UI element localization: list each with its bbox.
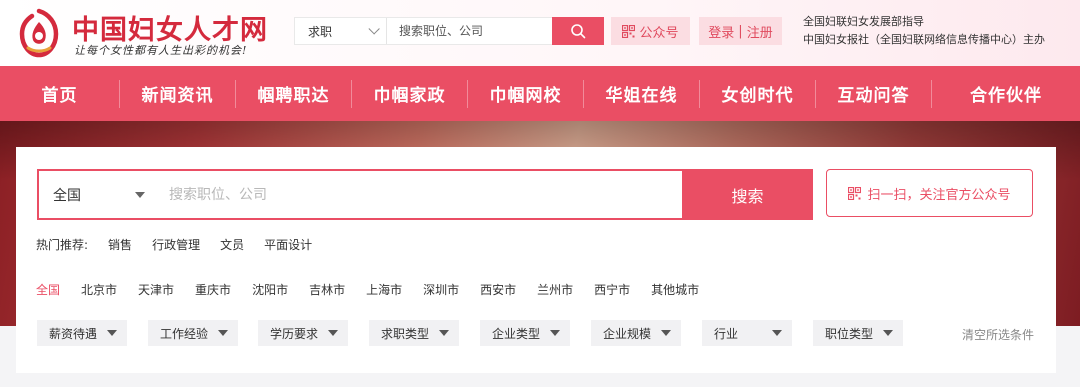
filter-label: 企业类型 (492, 326, 541, 341)
city-option[interactable]: 重庆市 (195, 281, 231, 298)
caret-down-icon (439, 330, 449, 336)
sponsor-line-guide: 全国妇联妇女发展部指导 (803, 15, 924, 28)
header-search-bar: 求职 (294, 17, 604, 45)
city-option[interactable]: 西宁市 (594, 281, 630, 298)
filter-salary[interactable]: 薪资待遇 (37, 320, 127, 346)
filter-company-type[interactable]: 企业类型 (480, 320, 570, 346)
top-header: 中国妇女人才网 让每个女性都有人生出彩的机会! 求职 公众号 (0, 0, 1080, 66)
filter-education[interactable]: 学历要求 (258, 320, 348, 346)
sponsor-line-host: 中国妇女报社（全国妇联网络信息传播中心）主办 (803, 33, 1045, 46)
nav-item-women-startup[interactable]: 女创时代 (700, 79, 816, 108)
main-search-button[interactable]: 搜索 (682, 169, 813, 220)
caret-down-icon (661, 330, 671, 336)
login-register-group: 登录 | 注册 (699, 17, 782, 45)
hot-item-admin[interactable]: 行政管理 (152, 236, 200, 253)
main-search-bar: 全国 搜索 (37, 169, 813, 220)
caret-down-icon (772, 330, 782, 336)
nav-item-label: 巾帼网校 (489, 86, 562, 106)
caret-down-icon (218, 330, 228, 336)
follow-official-account-button[interactable]: 扫一扫，关注官方公众号 (826, 169, 1033, 217)
filter-label: 职位类型 (825, 326, 874, 341)
nav-item-label: 女创时代 (721, 86, 794, 106)
region-select-label: 全国 (53, 187, 81, 204)
nav-item-home[interactable]: 首页 (0, 79, 120, 108)
city-option[interactable]: 全国 (36, 281, 60, 298)
hot-recommendations: 热门推荐: 销售 行政管理 文员 平面设计 (36, 236, 332, 253)
search-icon (571, 24, 586, 39)
clear-filters-link[interactable]: 清空所选条件 (962, 326, 1034, 343)
qr-code-icon (622, 24, 636, 38)
qr-code-icon (848, 186, 862, 200)
caret-down-icon (107, 330, 117, 336)
site-logo[interactable]: 中国妇女人才网 让每个女性都有人生出彩的机会! (14, 6, 267, 60)
nav-item-label: 巾帼家政 (373, 86, 446, 106)
filter-industry[interactable]: 行业 (702, 320, 792, 346)
city-option[interactable]: 吉林市 (309, 281, 345, 298)
job-search-panel: 全国 搜索 扫一扫，关注官方公众号 热门推荐: 销售 行政管理 文员 平面设计 … (16, 147, 1056, 373)
main-nav: 首页 新闻资讯 帼聘职达 巾帼家政 巾帼网校 华姐在线 女创时代 互动问答 合作… (0, 66, 1080, 121)
filter-label: 求职类型 (381, 326, 430, 341)
filter-label: 行业 (714, 326, 739, 341)
hot-label: 热门推荐: (36, 238, 89, 252)
filter-label: 企业规模 (603, 326, 652, 341)
chevron-down-icon (368, 23, 380, 35)
region-select[interactable]: 全国 (39, 171, 159, 218)
official-account-button[interactable]: 公众号 (611, 17, 690, 45)
caret-down-icon (328, 330, 338, 336)
filter-label: 薪资待遇 (49, 326, 98, 341)
official-account-label: 公众号 (639, 25, 679, 41)
filter-company-size[interactable]: 企业规模 (591, 320, 681, 346)
nav-item-label: 合作伙伴 (970, 86, 1042, 106)
nav-item-jobs[interactable]: 帼聘职达 (236, 79, 352, 108)
main-search-input[interactable] (159, 171, 682, 218)
nav-item-partners[interactable]: 合作伙伴 (932, 80, 1080, 108)
header-search-category-label: 求职 (308, 24, 333, 39)
filter-label: 工作经验 (160, 326, 209, 341)
filter-experience[interactable]: 工作经验 (148, 320, 238, 346)
filter-job-seeking-type[interactable]: 求职类型 (369, 320, 459, 346)
city-option[interactable]: 兰州市 (537, 281, 573, 298)
logo-emblem-icon (19, 8, 59, 58)
nav-item-online-school[interactable]: 巾帼网校 (468, 79, 584, 108)
city-option[interactable]: 天津市 (138, 281, 174, 298)
city-option[interactable]: 其他城市 (651, 281, 699, 298)
follow-official-account-label: 扫一扫，关注官方公众号 (867, 187, 1011, 203)
nav-item-huajie-online[interactable]: 华姐在线 (584, 79, 700, 108)
nav-item-housekeeping[interactable]: 巾帼家政 (352, 79, 468, 108)
nav-item-news[interactable]: 新闻资讯 (120, 79, 236, 108)
login-link[interactable]: 登录 (708, 22, 734, 41)
login-separator: | (738, 23, 743, 39)
filter-position-type[interactable]: 职位类型 (813, 320, 903, 346)
nav-item-label: 帼聘职达 (257, 86, 330, 106)
header-search-button[interactable] (552, 17, 604, 45)
caret-down-icon (135, 191, 145, 198)
hot-item-sales[interactable]: 销售 (108, 236, 132, 253)
city-option[interactable]: 北京市 (81, 281, 117, 298)
city-option[interactable]: 沈阳市 (252, 281, 288, 298)
filter-label: 学历要求 (270, 326, 319, 341)
nav-item-qa[interactable]: 互动问答 (816, 79, 932, 108)
nav-item-label: 新闻资讯 (141, 86, 214, 106)
caret-down-icon (550, 330, 560, 336)
nav-item-label: 华姐在线 (605, 86, 678, 106)
filter-bar: 薪资待遇 工作经验 学历要求 求职类型 企业类型 企业规模 行业 职位类型 清空… (37, 320, 1037, 346)
nav-item-label: 首页 (41, 86, 78, 106)
header-search-category-select[interactable]: 求职 (295, 18, 387, 44)
logo-slogan: 让每个女性都有人生出彩的机会! (74, 44, 248, 57)
caret-down-icon (883, 330, 893, 336)
nav-item-label: 互动问答 (837, 86, 910, 106)
hot-item-clerk[interactable]: 文员 (220, 236, 244, 253)
register-link[interactable]: 注册 (747, 22, 773, 41)
hot-item-graphic-design[interactable]: 平面设计 (264, 236, 312, 253)
city-filter: 全国 北京市 天津市 重庆市 沈阳市 吉林市 上海市 深圳市 西安市 兰州市 西… (36, 281, 720, 298)
sponsor-info: 全国妇联妇女发展部指导 中国妇女报社（全国妇联网络信息传播中心）主办 (803, 13, 1045, 49)
city-option[interactable]: 上海市 (366, 281, 402, 298)
city-option[interactable]: 深圳市 (423, 281, 459, 298)
header-search-input[interactable] (387, 18, 552, 44)
city-option[interactable]: 西安市 (480, 281, 516, 298)
